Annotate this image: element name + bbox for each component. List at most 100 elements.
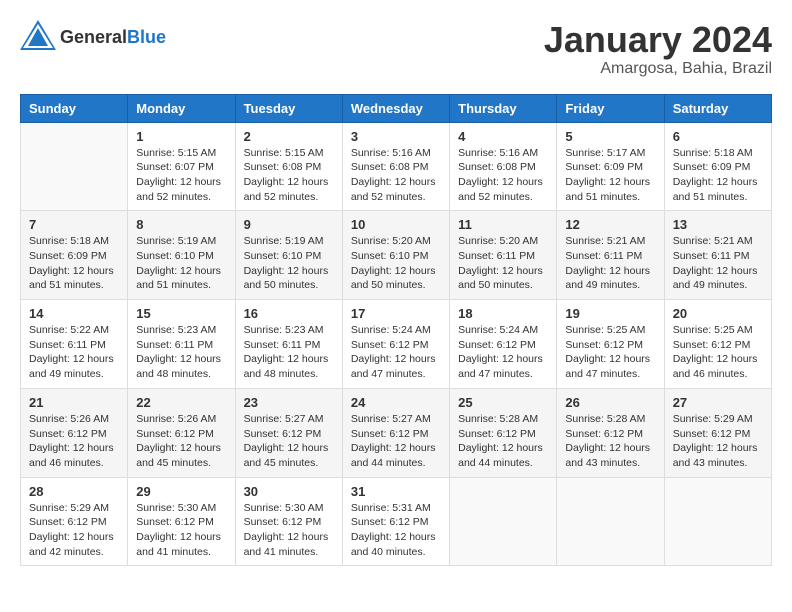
day-number: 24 <box>351 395 441 410</box>
calendar-cell <box>664 477 771 566</box>
day-number: 15 <box>136 306 226 321</box>
day-info: Sunrise: 5:23 AMSunset: 6:11 PMDaylight:… <box>136 323 226 382</box>
day-info: Sunrise: 5:21 AMSunset: 6:11 PMDaylight:… <box>673 234 763 293</box>
day-info: Sunrise: 5:27 AMSunset: 6:12 PMDaylight:… <box>244 412 334 471</box>
day-info: Sunrise: 5:19 AMSunset: 6:10 PMDaylight:… <box>244 234 334 293</box>
day-number: 2 <box>244 129 334 144</box>
calendar-table: SundayMondayTuesdayWednesdayThursdayFrid… <box>20 94 772 567</box>
week-row-3: 14Sunrise: 5:22 AMSunset: 6:11 PMDayligh… <box>21 300 772 389</box>
logo-text: GeneralBlue <box>60 27 166 48</box>
calendar-cell: 5 Sunrise: 5:17 AMSunset: 6:09 PMDaylight… <box>557 122 664 211</box>
month-title: January 2024 <box>544 20 772 60</box>
day-info: Sunrise: 5:26 AMSunset: 6:12 PMDaylight:… <box>29 412 119 471</box>
day-info: Sunrise: 5:30 AMSunset: 6:12 PMDaylight:… <box>136 501 226 560</box>
calendar-cell: 19 Sunrise: 5:25 AMSunset: 6:12 PMDayligh… <box>557 300 664 389</box>
calendar-cell: 8Sunrise: 5:19 AMSunset: 6:10 PMDaylight… <box>128 211 235 300</box>
calendar-cell: 30 Sunrise: 5:30 AMSunset: 6:12 PMDayligh… <box>235 477 342 566</box>
weekday-header-saturday: Saturday <box>664 94 771 122</box>
day-number: 19 <box>565 306 655 321</box>
day-number: 26 <box>565 395 655 410</box>
day-info: Sunrise: 5:19 AMSunset: 6:10 PMDaylight:… <box>136 234 226 293</box>
day-number: 21 <box>29 395 119 410</box>
calendar-cell: 16Sunrise: 5:23 AMSunset: 6:11 PMDayligh… <box>235 300 342 389</box>
day-number: 11 <box>458 217 548 232</box>
calendar-cell: 18Sunrise: 5:24 AMSunset: 6:12 PMDayligh… <box>450 300 557 389</box>
title-area: January 2024 Amargosa, Bahia, Brazil <box>544 20 772 78</box>
day-info: Sunrise: 5:16 AMSunset: 6:08 PMDaylight:… <box>458 146 548 205</box>
calendar-cell: 2 Sunrise: 5:15 AMSunset: 6:08 PMDaylight… <box>235 122 342 211</box>
logo: GeneralBlue <box>20 20 166 55</box>
weekday-header-tuesday: Tuesday <box>235 94 342 122</box>
calendar-cell: 21 Sunrise: 5:26 AMSunset: 6:12 PMDayligh… <box>21 388 128 477</box>
weekday-header-thursday: Thursday <box>450 94 557 122</box>
calendar-cell: 31Sunrise: 5:31 AMSunset: 6:12 PMDayligh… <box>342 477 449 566</box>
day-number: 20 <box>673 306 763 321</box>
day-info: Sunrise: 5:27 AMSunset: 6:12 PMDaylight:… <box>351 412 441 471</box>
day-number: 3 <box>351 129 441 144</box>
day-info: Sunrise: 5:15 AMSunset: 6:07 PMDaylight:… <box>136 146 226 205</box>
header: GeneralBlue January 2024 Amargosa, Bahia… <box>20 20 772 78</box>
week-row-5: 28 Sunrise: 5:29 AMSunset: 6:12 PMDayligh… <box>21 477 772 566</box>
day-number: 23 <box>244 395 334 410</box>
logo-icon <box>20 20 56 55</box>
day-info: Sunrise: 5:20 AMSunset: 6:10 PMDaylight:… <box>351 234 441 293</box>
day-number: 14 <box>29 306 119 321</box>
day-number: 12 <box>565 217 655 232</box>
day-number: 1 <box>136 129 226 144</box>
day-number: 10 <box>351 217 441 232</box>
calendar-cell: 6 Sunrise: 5:18 AMSunset: 6:09 PMDaylight… <box>664 122 771 211</box>
day-info: Sunrise: 5:29 AMSunset: 6:12 PMDaylight:… <box>673 412 763 471</box>
day-number: 30 <box>244 484 334 499</box>
day-number: 29 <box>136 484 226 499</box>
day-number: 22 <box>136 395 226 410</box>
day-info: Sunrise: 5:20 AMSunset: 6:11 PMDaylight:… <box>458 234 548 293</box>
day-info: Sunrise: 5:25 AMSunset: 6:12 PMDaylight:… <box>673 323 763 382</box>
weekday-header-wednesday: Wednesday <box>342 94 449 122</box>
day-number: 5 <box>565 129 655 144</box>
week-row-1: 1 Sunrise: 5:15 AMSunset: 6:07 PMDaylight… <box>21 122 772 211</box>
logo-blue: Blue <box>127 27 166 47</box>
calendar-cell <box>450 477 557 566</box>
calendar-cell: 20 Sunrise: 5:25 AMSunset: 6:12 PMDayligh… <box>664 300 771 389</box>
day-number: 6 <box>673 129 763 144</box>
logo-general: General <box>60 27 127 47</box>
calendar-cell: 10 Sunrise: 5:20 AMSunset: 6:10 PMDayligh… <box>342 211 449 300</box>
day-info: Sunrise: 5:18 AMSunset: 6:09 PMDaylight:… <box>29 234 119 293</box>
location-title: Amargosa, Bahia, Brazil <box>544 60 772 78</box>
weekday-header-row: SundayMondayTuesdayWednesdayThursdayFrid… <box>21 94 772 122</box>
calendar-cell: 1 Sunrise: 5:15 AMSunset: 6:07 PMDaylight… <box>128 122 235 211</box>
day-number: 17 <box>351 306 441 321</box>
day-info: Sunrise: 5:28 AMSunset: 6:12 PMDaylight:… <box>458 412 548 471</box>
day-info: Sunrise: 5:16 AMSunset: 6:08 PMDaylight:… <box>351 146 441 205</box>
calendar-cell: 17 Sunrise: 5:24 AMSunset: 6:12 PMDayligh… <box>342 300 449 389</box>
day-number: 7 <box>29 217 119 232</box>
day-info: Sunrise: 5:30 AMSunset: 6:12 PMDaylight:… <box>244 501 334 560</box>
calendar-cell: 15 Sunrise: 5:23 AMSunset: 6:11 PMDayligh… <box>128 300 235 389</box>
day-info: Sunrise: 5:17 AMSunset: 6:09 PMDaylight:… <box>565 146 655 205</box>
day-number: 25 <box>458 395 548 410</box>
day-info: Sunrise: 5:15 AMSunset: 6:08 PMDaylight:… <box>244 146 334 205</box>
calendar-cell <box>557 477 664 566</box>
day-info: Sunrise: 5:25 AMSunset: 6:12 PMDaylight:… <box>565 323 655 382</box>
day-number: 13 <box>673 217 763 232</box>
day-info: Sunrise: 5:18 AMSunset: 6:09 PMDaylight:… <box>673 146 763 205</box>
weekday-header-sunday: Sunday <box>21 94 128 122</box>
day-number: 28 <box>29 484 119 499</box>
day-number: 27 <box>673 395 763 410</box>
day-info: Sunrise: 5:29 AMSunset: 6:12 PMDaylight:… <box>29 501 119 560</box>
calendar-cell: 11 Sunrise: 5:20 AMSunset: 6:11 PMDayligh… <box>450 211 557 300</box>
day-info: Sunrise: 5:24 AMSunset: 6:12 PMDaylight:… <box>458 323 548 382</box>
calendar-cell: 22Sunrise: 5:26 AMSunset: 6:12 PMDayligh… <box>128 388 235 477</box>
calendar-cell: 12Sunrise: 5:21 AMSunset: 6:11 PMDayligh… <box>557 211 664 300</box>
day-info: Sunrise: 5:24 AMSunset: 6:12 PMDaylight:… <box>351 323 441 382</box>
day-number: 9 <box>244 217 334 232</box>
day-info: Sunrise: 5:23 AMSunset: 6:11 PMDaylight:… <box>244 323 334 382</box>
calendar-cell: 28 Sunrise: 5:29 AMSunset: 6:12 PMDayligh… <box>21 477 128 566</box>
calendar-cell <box>21 122 128 211</box>
day-number: 4 <box>458 129 548 144</box>
calendar-cell: 27 Sunrise: 5:29 AMSunset: 6:12 PMDayligh… <box>664 388 771 477</box>
calendar-cell: 7 Sunrise: 5:18 AMSunset: 6:09 PMDaylight… <box>21 211 128 300</box>
weekday-header-friday: Friday <box>557 94 664 122</box>
day-info: Sunrise: 5:28 AMSunset: 6:12 PMDaylight:… <box>565 412 655 471</box>
calendar-cell: 23 Sunrise: 5:27 AMSunset: 6:12 PMDayligh… <box>235 388 342 477</box>
